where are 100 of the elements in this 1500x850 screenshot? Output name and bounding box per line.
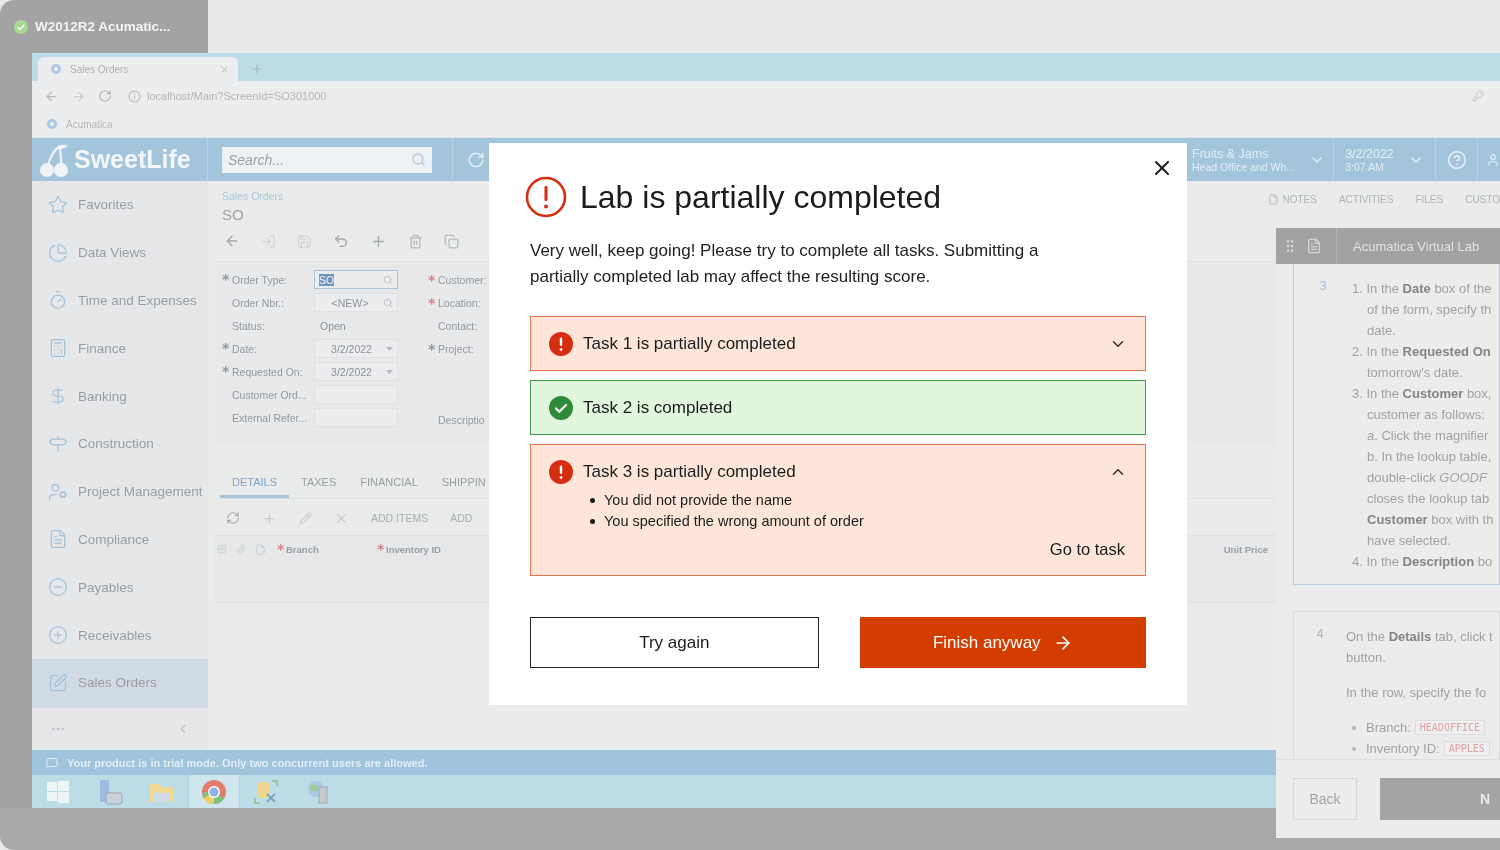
finish-anyway-button[interactable]: Finish anyway: [859, 617, 1146, 668]
field-label: Status:: [232, 319, 265, 332]
page-title: SO: [222, 206, 245, 223]
status-value: Open: [319, 319, 347, 332]
plus-circle-icon: [48, 625, 68, 646]
star-icon: [48, 194, 68, 215]
warning-circle-icon: [525, 176, 567, 218]
back-icon[interactable]: [44, 88, 59, 104]
field-label: Contact:: [438, 319, 478, 332]
favicon-icon: [50, 63, 62, 75]
calculator-icon: [48, 338, 68, 359]
branch-name[interactable]: Head Office and Wh...: [1192, 160, 1296, 173]
date-field[interactable]: 3/2/2022: [314, 339, 398, 358]
search-field[interactable]: Search...: [222, 146, 432, 173]
required-mark: *: [222, 365, 230, 376]
instruction-text: closes the lookup tab: [1366, 490, 1491, 508]
vm-title: W2012R2 Acumatic...: [35, 19, 171, 34]
vm-tab[interactable]: W2012R2 Acumatic...: [0, 0, 208, 53]
save-icon[interactable]: [297, 233, 312, 249]
document-icon: [1306, 238, 1322, 254]
lookup-field[interactable]: SO: [314, 270, 398, 289]
breadcrumb[interactable]: Sales Orders: [222, 190, 284, 202]
search-icon[interactable]: [411, 151, 426, 167]
back-icon[interactable]: [224, 233, 240, 249]
grid-icon[interactable]: [217, 543, 227, 554]
toolbar-link[interactable]: ACTIVITIES: [1338, 193, 1394, 205]
instruction-text: button.: [1346, 649, 1387, 667]
time-text[interactable]: 3:07 AM: [1345, 160, 1394, 173]
check-circle-icon: [14, 19, 28, 34]
signpost-icon: [48, 433, 68, 454]
help-icon[interactable]: [1446, 149, 1467, 170]
go-to-task-link[interactable]: Go to task: [1049, 540, 1125, 559]
windows-icon: [47, 780, 69, 803]
file-icon[interactable]: [255, 543, 266, 555]
attachment-icon[interactable]: [236, 543, 246, 554]
instruction-text: On the Details tab, click t: [1346, 628, 1493, 646]
stopwatch-icon: [48, 290, 68, 311]
try-again-button[interactable]: Try again: [530, 617, 819, 668]
edit-icon: [48, 672, 68, 693]
date-field[interactable]: 3/2/2022: [314, 362, 398, 381]
taskbar-item[interactable]: [188, 775, 240, 808]
key-icon[interactable]: [1472, 90, 1484, 102]
lookup-field[interactable]: <NEW>: [314, 293, 398, 312]
issue-item: You specified the wrong amount of order: [604, 512, 864, 531]
copy-icon[interactable]: [444, 233, 459, 249]
logo-text: SweetLife: [74, 145, 191, 174]
instruction-text: 4. In the Description bo: [1352, 553, 1494, 571]
tab[interactable]: DETAILS: [220, 470, 290, 498]
required-mark: *: [428, 343, 436, 354]
task-card[interactable]: Task 1 is partially completed: [530, 316, 1146, 371]
field-label: Requested On:: [232, 365, 303, 378]
required-mark: *: [377, 543, 385, 554]
refresh-icon[interactable]: [226, 511, 240, 525]
field-label: Date:: [232, 342, 258, 355]
forward-icon[interactable]: [71, 88, 86, 104]
code-value: HEADOFFICE: [1414, 720, 1486, 735]
date-text[interactable]: 3/2/2022: [1345, 146, 1394, 161]
pie-chart-icon: [48, 242, 68, 263]
delete-icon[interactable]: [408, 233, 423, 249]
column-header: Inventory ID: [386, 543, 441, 555]
panel-title: Acumatica Virtual Lab: [1336, 228, 1480, 264]
task-title: Task 3 is partially completed: [583, 461, 797, 482]
grid-button[interactable]: ADD ITEMS: [371, 512, 429, 524]
bullet-text: Branch:: [1366, 720, 1411, 735]
reload-icon[interactable]: [98, 89, 112, 103]
add-icon[interactable]: [262, 510, 277, 526]
note-icon: [1268, 193, 1280, 205]
toolbar-link[interactable]: NOTES: [1268, 193, 1317, 205]
browser-tab[interactable]: Sales Orders: [38, 57, 238, 81]
back-button[interactable]: Back: [1293, 778, 1357, 820]
grid-button[interactable]: ADD: [450, 512, 473, 524]
bookmark[interactable]: Acumatica: [66, 118, 113, 130]
company-name[interactable]: Fruits & Jams: [1192, 146, 1296, 161]
info-icon: [128, 89, 141, 103]
favicon-icon: [46, 118, 58, 130]
tab[interactable]: TAXES: [289, 470, 349, 498]
task-card[interactable]: Task 2 is completed: [530, 380, 1146, 435]
task-card[interactable]: Task 3 is partially completed You did not provide the name You specified the wrong amount of order Go to task: [530, 444, 1146, 576]
new-tab-icon[interactable]: [250, 62, 264, 76]
issue-item: You did not provide the name: [604, 491, 793, 510]
instruction-text: 2. In the Requested On: [1352, 343, 1492, 361]
tab-title: Sales Orders: [70, 63, 130, 75]
field-label: Project:: [438, 342, 474, 355]
search-icon: [383, 274, 393, 285]
sidebar-item[interactable]: Sales Orders: [32, 658, 208, 707]
edit-icon[interactable]: [299, 511, 312, 525]
required-mark: *: [428, 297, 436, 308]
column-header: Branch: [286, 543, 319, 555]
required-mark: *: [222, 273, 230, 284]
field-label: External Refer...: [232, 411, 308, 424]
tab[interactable]: FINANCIAL: [348, 470, 430, 498]
document-icon: [48, 529, 68, 550]
next-button[interactable]: N: [1380, 778, 1500, 820]
undo-icon[interactable]: [333, 233, 349, 249]
caret-icon: [386, 346, 393, 351]
instruction-text: 3. In the Customer box,: [1352, 385, 1493, 403]
toolbar-link[interactable]: FILES: [1415, 193, 1444, 205]
caret-icon: [386, 369, 393, 374]
user-icon[interactable]: [1486, 152, 1500, 167]
warning-circle-icon: [549, 331, 573, 356]
